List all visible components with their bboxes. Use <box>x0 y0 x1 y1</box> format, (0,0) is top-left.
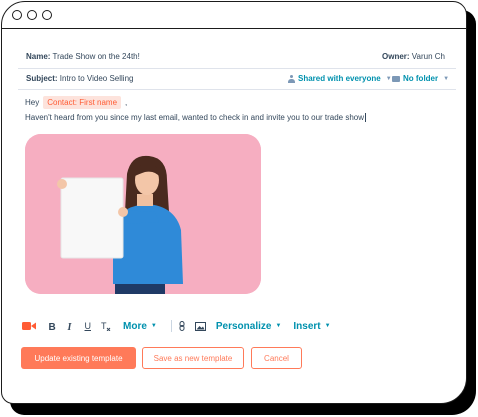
personalization-token[interactable]: Contact: First name <box>43 96 122 109</box>
template-name-row: Name: Trade Show on the 24th! Owner: Var… <box>18 44 456 69</box>
save-as-new-template-button[interactable]: Save as new template <box>142 347 244 369</box>
template-name-value[interactable]: Trade Show on the 24th! <box>53 52 140 61</box>
subject-label: Subject: <box>26 74 58 83</box>
person-icon <box>288 74 295 83</box>
chevron-down-icon: ▼ <box>443 75 450 82</box>
woman-holding-blank-sign-illustration <box>25 134 261 294</box>
chevron-down-icon: ▼ <box>150 323 157 329</box>
chevron-down-icon: ▼ <box>275 323 282 329</box>
body-paragraph: Haven't heard from you since my last ema… <box>25 113 367 123</box>
window-dot-close[interactable] <box>12 10 22 20</box>
more-dropdown[interactable]: More ▼ <box>123 321 157 332</box>
clear-format-icon[interactable]: T <box>101 321 111 331</box>
subject-value[interactable]: Intro to Video Selling <box>60 74 134 83</box>
greeting-line: Hey Contact: First name , <box>25 96 366 109</box>
window-dot-maximize[interactable] <box>42 10 52 20</box>
video-icon[interactable] <box>22 321 36 331</box>
link-icon[interactable] <box>179 321 187 331</box>
cancel-button[interactable]: Cancel <box>251 347 302 369</box>
owner-label: Owner: <box>382 52 410 61</box>
text-cursor <box>365 113 367 123</box>
titlebar-divider <box>2 28 466 29</box>
bold-icon[interactable]: B <box>48 321 56 331</box>
more-label: More <box>123 320 147 332</box>
image-icon[interactable] <box>194 321 206 331</box>
svg-text:U: U <box>85 321 92 331</box>
window-controls <box>12 10 52 20</box>
insert-dropdown[interactable]: Insert ▼ <box>293 321 330 332</box>
svg-text:I: I <box>67 322 73 331</box>
sharing-dropdown[interactable]: Shared with everyone ▼ <box>288 74 392 83</box>
folder-label: No folder <box>403 74 439 83</box>
italic-icon[interactable]: I <box>67 321 73 331</box>
personalize-label: Personalize <box>215 320 272 332</box>
underline-icon[interactable]: U <box>84 321 92 331</box>
folder-icon <box>392 75 400 82</box>
svg-text:B: B <box>49 322 56 331</box>
email-body[interactable]: Hey Contact: First name , Haven't heard … <box>25 96 367 123</box>
subject-row: Subject: Intro to Video Selling Shared w… <box>18 69 456 90</box>
chevron-down-icon: ▼ <box>385 75 392 82</box>
greeting-text: Hey <box>25 98 40 107</box>
update-template-button[interactable]: Update existing template <box>21 347 136 369</box>
insert-label: Insert <box>293 320 321 332</box>
body-line: Haven't heard from you since my last ema… <box>25 113 365 122</box>
toolbar-divider <box>170 320 172 332</box>
svg-text:T: T <box>101 321 107 331</box>
window-dot-minimize[interactable] <box>27 10 37 20</box>
owner-value[interactable]: Varun Ch <box>412 52 445 61</box>
embedded-image[interactable] <box>25 134 261 294</box>
sharing-label: Shared with everyone <box>298 74 381 83</box>
folder-dropdown[interactable]: No folder ▼ <box>392 74 449 83</box>
greeting-punctuation: , <box>125 98 128 107</box>
personalize-dropdown[interactable]: Personalize ▼ <box>216 321 282 332</box>
formatting-toolbar: B I U T More ▼ Personalize ▼ Insert ▼ <box>22 320 331 332</box>
name-label: Name: <box>26 52 51 61</box>
chevron-down-icon: ▼ <box>324 323 331 329</box>
